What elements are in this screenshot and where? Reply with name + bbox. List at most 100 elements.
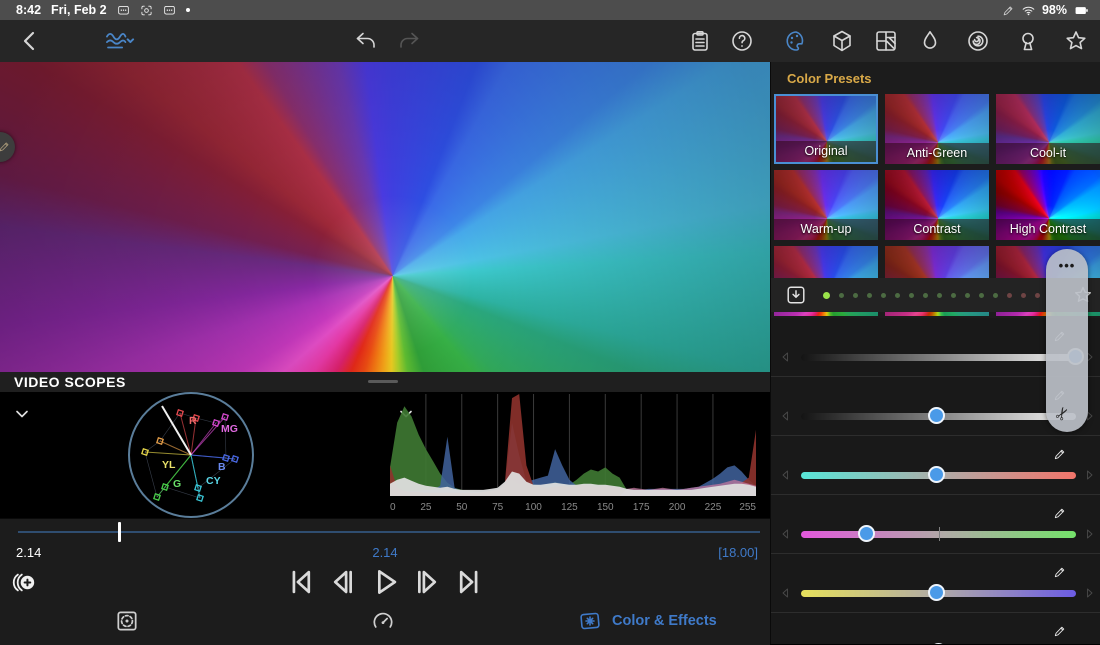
preset-page-dot-13[interactable]	[1007, 293, 1012, 298]
svg-text:50: 50	[456, 502, 468, 513]
slider-row-red	[771, 436, 1100, 495]
preset-page-dot-8[interactable]	[937, 293, 942, 298]
skip-to-end-button[interactable]	[452, 565, 486, 599]
step-back-button[interactable]	[326, 565, 360, 599]
download-preset-button[interactable]	[785, 284, 807, 306]
increment-arrow-icon[interactable]	[1083, 528, 1095, 540]
slider-thumb[interactable]	[928, 407, 945, 424]
frames-icon[interactable]	[874, 29, 898, 53]
decrement-arrow-icon[interactable]	[780, 351, 792, 363]
frame-position-button[interactable]	[114, 608, 140, 634]
preset-label: Cool-it	[996, 143, 1100, 164]
app-toolbar	[0, 20, 1100, 63]
preset-page-dot-15[interactable]	[1035, 293, 1040, 298]
increment-arrow-icon[interactable]	[1083, 587, 1095, 599]
svg-text:75: 75	[492, 502, 504, 513]
center-tick	[939, 527, 940, 541]
clipboard-icon[interactable]	[688, 29, 712, 53]
color-effects-tab[interactable]: Color & Effects	[578, 609, 717, 633]
edit-value-icon[interactable]	[1053, 506, 1067, 520]
slider-thumb[interactable]	[858, 525, 875, 542]
preset-high-contrast[interactable]: High Contrast	[996, 170, 1100, 240]
spiral-icon[interactable]	[966, 29, 990, 53]
preset-label: Original	[776, 141, 876, 162]
svg-text:CY: CY	[206, 475, 221, 487]
decrement-arrow-icon[interactable]	[780, 410, 792, 422]
preset-label: Anti-Green	[885, 143, 989, 164]
preset-cool-it[interactable]: Cool-it	[996, 94, 1100, 164]
timeline-scrubber[interactable]	[18, 531, 760, 533]
preset-label: Contrast	[885, 219, 989, 240]
edit-value-icon[interactable]	[1053, 447, 1067, 461]
star-icon[interactable]	[1064, 29, 1088, 53]
slider-track[interactable]	[801, 413, 1076, 420]
svg-text:B: B	[218, 461, 226, 473]
preset-page-dot-5[interactable]	[895, 293, 900, 298]
pencil-icon	[0, 140, 11, 153]
step-forward-button[interactable]	[410, 565, 444, 599]
preset-page-dot-4[interactable]	[881, 293, 886, 298]
slider-track[interactable]	[801, 354, 1076, 361]
decrement-arrow-icon[interactable]	[780, 587, 792, 599]
clock: 8:42	[16, 3, 41, 17]
preset-anti-green[interactable]: Anti-Green	[885, 94, 989, 164]
preset-page-dot-11[interactable]	[979, 293, 984, 298]
video-scopes-panel: RMGBCYGYL 0255075100125150175200225255	[0, 392, 770, 518]
scopes-resize-handle[interactable]	[368, 380, 398, 383]
floating-tool-handle[interactable]: ••• ✂	[1046, 249, 1088, 432]
help-icon[interactable]	[730, 29, 754, 53]
total-time: [18.00]	[718, 545, 758, 560]
more-options-icon[interactable]: •••	[1046, 258, 1088, 273]
decrement-arrow-icon[interactable]	[780, 469, 792, 481]
video-scopes-header: VIDEO SCOPES	[0, 372, 770, 392]
increment-arrow-icon[interactable]	[1083, 469, 1095, 481]
preset-page-dot-0[interactable]	[823, 292, 830, 299]
slider-track[interactable]	[801, 472, 1076, 479]
palette-icon[interactable]	[784, 29, 808, 53]
preset-original[interactable]: Original	[774, 94, 878, 164]
back-icon[interactable]	[18, 29, 42, 53]
preset-page-dot-7[interactable]	[923, 293, 928, 298]
decrement-arrow-icon[interactable]	[780, 528, 792, 540]
slider-thumb[interactable]	[928, 584, 945, 601]
speed-button[interactable]	[370, 608, 396, 634]
keyhole-icon[interactable]	[1016, 29, 1040, 53]
scissors-icon[interactable]: ✂	[1051, 403, 1075, 425]
preset-warm-up[interactable]: Warm-up	[774, 170, 878, 240]
edit-value-icon[interactable]	[1053, 624, 1067, 638]
preset-page-dot-3[interactable]	[867, 293, 872, 298]
preset-page-dots	[823, 292, 1040, 299]
cube-icon[interactable]	[830, 29, 854, 53]
date: Fri, Feb 2	[51, 3, 107, 17]
skip-to-start-button[interactable]	[284, 565, 318, 599]
svg-text:150: 150	[597, 502, 614, 513]
slider-track[interactable]	[801, 531, 1076, 538]
redo-icon[interactable]	[396, 29, 423, 53]
preset-page-dot-10[interactable]	[965, 293, 970, 298]
histogram: 0255075100125150175200225255	[386, 394, 760, 514]
undo-icon[interactable]	[352, 29, 379, 53]
svg-text:R: R	[189, 415, 197, 427]
battery-icon	[1073, 3, 1090, 18]
preset-contrast[interactable]: Contrast	[885, 170, 989, 240]
svg-text:255: 255	[739, 502, 756, 513]
droplet-icon[interactable]	[918, 29, 942, 53]
effects-icon	[578, 609, 602, 633]
slider-track[interactable]	[801, 590, 1076, 597]
preset-page-dot-1[interactable]	[839, 293, 844, 298]
preset-page-dot-2[interactable]	[853, 293, 858, 298]
play-button[interactable]	[368, 565, 402, 599]
preset-page-dot-14[interactable]	[1021, 293, 1026, 298]
preset-page-dot-9[interactable]	[951, 293, 956, 298]
add-keyframe-button[interactable]	[10, 569, 37, 596]
edit-value-icon[interactable]	[1053, 565, 1067, 579]
preset-page-dot-12[interactable]	[993, 293, 998, 298]
slider-row-blue	[771, 554, 1100, 613]
slider-thumb[interactable]	[928, 466, 945, 483]
scopes-toggle-icon[interactable]	[104, 29, 136, 53]
vectorscope-collapse-icon[interactable]	[12, 404, 32, 424]
battery-percent: 98%	[1042, 3, 1067, 17]
preset-page-dot-6[interactable]	[909, 293, 914, 298]
video-preview[interactable]	[0, 62, 770, 372]
playhead[interactable]	[118, 522, 121, 542]
